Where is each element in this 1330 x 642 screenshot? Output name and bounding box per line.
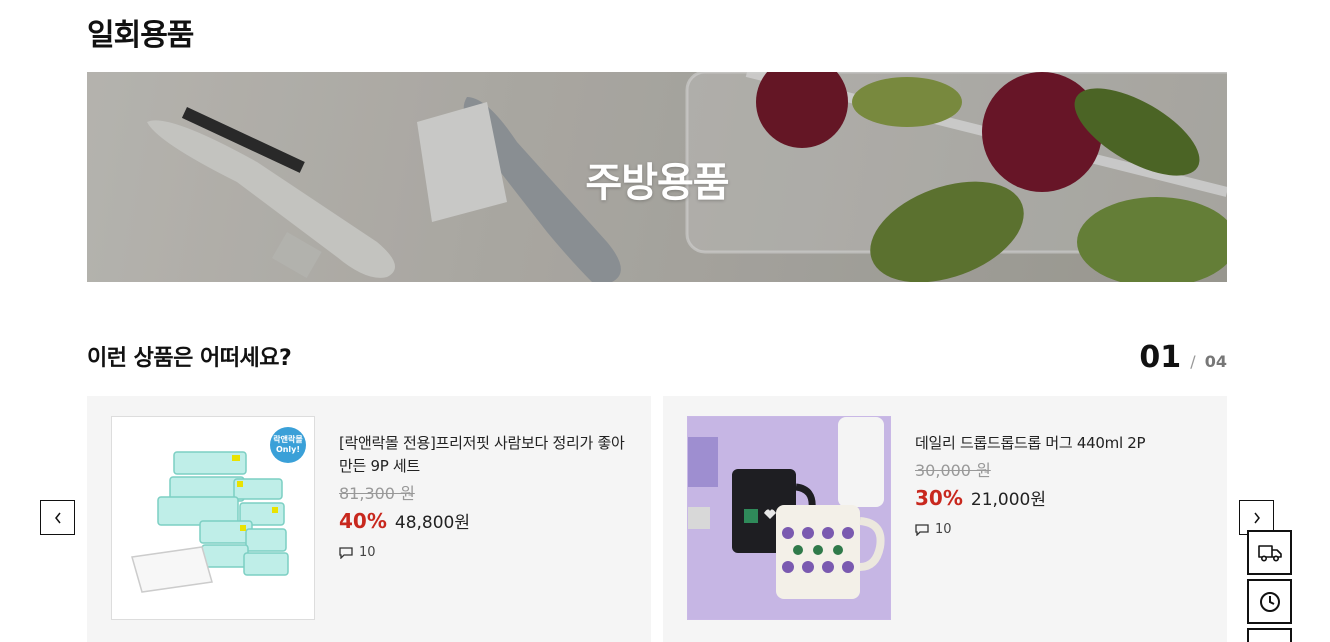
- discount-rate: 30%: [915, 486, 963, 510]
- review-count-value: 10: [359, 545, 376, 560]
- more-quick-button[interactable]: [1247, 628, 1292, 642]
- section-title: 이런 상품은 어떠세요?: [87, 346, 292, 371]
- chevron-right-icon: [1253, 512, 1260, 523]
- comment-icon: [339, 546, 353, 559]
- review-count-value: 10: [935, 522, 952, 537]
- exclusive-badge: 락앤락몰 Only!: [270, 427, 306, 463]
- sale-price: 21,000원: [970, 490, 1046, 510]
- banner-title: 주방용품: [585, 160, 729, 206]
- pager-total: 04: [1204, 352, 1227, 371]
- category-banner[interactable]: 주방용품: [87, 72, 1227, 282]
- price-row: 30% 21,000원: [915, 485, 1205, 510]
- mug-set-image: [688, 417, 890, 619]
- pager-separator: /: [1190, 352, 1196, 371]
- product-info: [락앤락몰 전용]프리저핏 사람보다 정리가 좋아 만든 9P 세트 81,30…: [339, 432, 629, 560]
- pager-current: 01: [1139, 340, 1182, 375]
- price-row: 40% 48,800원: [339, 508, 629, 533]
- review-count: 10: [339, 545, 629, 560]
- clock-icon: [1259, 591, 1280, 612]
- recent-view-quick-button[interactable]: [1247, 579, 1292, 624]
- product-card[interactable]: 락앤락몰 Only! [락앤락몰 전용]프리저핏 사람보다 정리가 좋아 만든 …: [87, 396, 651, 642]
- product-thumbnail[interactable]: [687, 416, 891, 620]
- product-info: 데일리 드롭드롭드롭 머그 440ml 2P 30,000 원 30% 21,0…: [915, 432, 1205, 537]
- review-count: 10: [915, 522, 1205, 537]
- original-price: 81,300 원: [339, 484, 415, 503]
- product-thumbnail[interactable]: 락앤락몰 Only!: [111, 416, 315, 620]
- delivery-quick-button[interactable]: [1247, 530, 1292, 575]
- comment-icon: [915, 523, 929, 536]
- product-card[interactable]: 데일리 드롭드롭드롭 머그 440ml 2P 30,000 원 30% 21,0…: [663, 396, 1227, 642]
- chevron-left-icon: [54, 512, 61, 523]
- slide-pager: 01 / 04: [1139, 340, 1227, 375]
- product-name[interactable]: [락앤락몰 전용]프리저핏 사람보다 정리가 좋아 만든 9P 세트: [339, 432, 629, 478]
- page-title: 일회용품: [87, 18, 194, 53]
- discount-rate: 40%: [339, 509, 387, 533]
- truck-icon: [1257, 544, 1282, 562]
- product-name[interactable]: 데일리 드롭드롭드롭 머그 440ml 2P: [915, 432, 1205, 455]
- prev-slide-button[interactable]: [40, 500, 75, 535]
- original-price: 30,000 원: [915, 461, 991, 480]
- sale-price: 48,800원: [394, 513, 470, 533]
